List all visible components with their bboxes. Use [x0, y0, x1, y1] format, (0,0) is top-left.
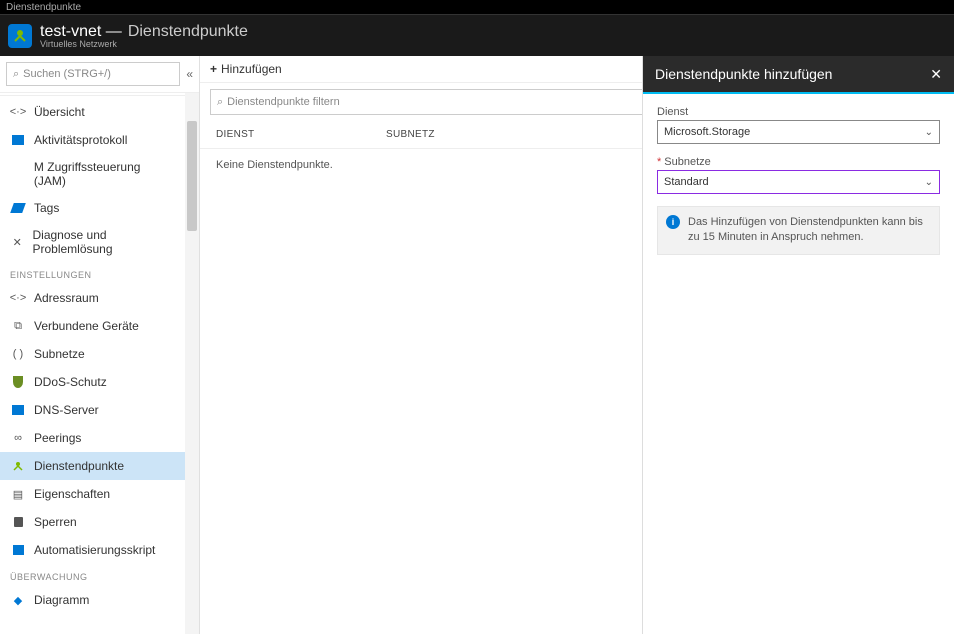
sidebar-item-subnets[interactable]: ( )Subnetze [0, 340, 185, 368]
peering-icon: ∞ [10, 430, 26, 446]
select-dienst[interactable]: Microsoft.Storage ⌄ [657, 120, 940, 144]
sidebar-item-locks[interactable]: Sperren [0, 508, 185, 536]
sidebar-item-peerings[interactable]: ∞Peerings [0, 424, 185, 452]
panel-title: Dienstendpunkte hinzufügen [655, 66, 832, 82]
diagnose-icon: ✕ [10, 234, 24, 250]
devices-icon: ⧉ [10, 318, 26, 334]
info-message: i Das Hinzufügen von Dienstendpunkten ka… [657, 206, 940, 255]
script-icon [10, 542, 26, 558]
addr-icon: <·> [10, 290, 26, 306]
sidebar-group-settings: EINSTELLUNGEN [0, 262, 185, 284]
add-button[interactable]: + Hinzufügen [210, 62, 282, 76]
sidebar: ⌕ Suchen (STRG+/) « <·>Übersicht Aktivit… [0, 56, 200, 634]
resource-name: test-vnet — [40, 23, 122, 41]
sidebar-item-connected-devices[interactable]: ⧉Verbundene Geräte [0, 312, 185, 340]
subnet-icon: ( ) [10, 346, 26, 362]
tag-icon [10, 200, 26, 216]
info-icon: i [666, 215, 680, 229]
props-icon: ▤ [10, 486, 26, 502]
sidebar-item-address-space[interactable]: <·>Adressraum [0, 284, 185, 312]
sidebar-item-ddos[interactable]: DDoS-Schutz [0, 368, 185, 396]
dns-icon [10, 402, 26, 418]
sidebar-item-properties[interactable]: ▤Eigenschaften [0, 480, 185, 508]
close-panel-button[interactable]: ✕ [930, 66, 942, 83]
sidebar-item-activity-log[interactable]: Aktivitätsprotokoll [0, 126, 185, 154]
overview-icon: <·> [10, 104, 26, 120]
diagram-icon: ◆ [10, 592, 26, 608]
select-subnetze[interactable]: Standard ⌄ [657, 170, 940, 194]
sidebar-item-access-control[interactable]: M Zugriffssteuerung (JAM) [0, 154, 185, 194]
search-icon: ⌕ [13, 68, 19, 81]
sidebar-item-service-endpoints[interactable]: Dienstendpunkte [0, 452, 185, 480]
chevron-down-icon: ⌄ [925, 177, 933, 188]
col-dienst: DIENST [216, 129, 386, 140]
sidebar-item-diagnose[interactable]: ✕Diagnose und Problemlösung [0, 222, 185, 262]
access-icon [10, 166, 26, 182]
shield-icon [10, 374, 26, 390]
sidebar-item-dns[interactable]: DNS-Server [0, 396, 185, 424]
label-subnetze: *Subnetze [657, 156, 940, 168]
lock-icon [10, 514, 26, 530]
sidebar-search-input[interactable]: ⌕ Suchen (STRG+/) [6, 62, 180, 86]
sidebar-item-tags[interactable]: Tags [0, 194, 185, 222]
breadcrumb: Dienstendpunkte [0, 0, 954, 14]
sidebar-item-diagram[interactable]: ◆Diagramm [0, 586, 185, 614]
col-subnetz: SUBNETZ [386, 129, 546, 140]
add-panel: Dienstendpunkte hinzufügen ✕ Dienst Micr… [642, 56, 954, 634]
sidebar-item-automation-script[interactable]: Automatisierungsskript [0, 536, 185, 564]
label-dienst: Dienst [657, 106, 940, 118]
chevron-down-icon: ⌄ [925, 127, 933, 138]
search-icon: ⌕ [217, 96, 223, 109]
sidebar-scrollbar[interactable] [185, 93, 199, 634]
sidebar-group-monitoring: ÜBERWACHUNG [0, 564, 185, 586]
plus-icon: + [210, 62, 217, 76]
blade-header: test-vnet — Dienstendpunkte Virtuelles N… [0, 14, 954, 56]
endpoints-icon [10, 458, 26, 474]
collapse-sidebar-button[interactable]: « [186, 67, 193, 81]
log-icon [10, 132, 26, 148]
blade-title: Dienstendpunkte [128, 23, 248, 41]
vnet-icon [8, 24, 32, 48]
sidebar-item-overview[interactable]: <·>Übersicht [0, 98, 185, 126]
